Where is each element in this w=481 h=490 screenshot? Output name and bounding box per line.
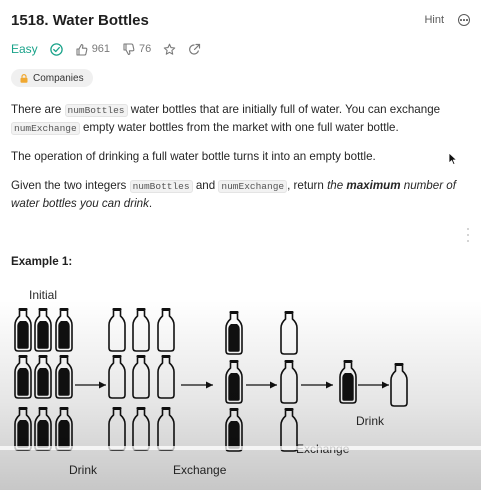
dislike-button[interactable]: 76 xyxy=(122,42,152,56)
description-paragraph-3: Given the two integers numBottles and nu… xyxy=(11,179,456,210)
difficulty-badge: Easy xyxy=(11,42,38,56)
share-icon[interactable] xyxy=(188,43,201,56)
code-num-bottles: numBottles xyxy=(129,180,193,193)
companies-tag[interactable]: Companies xyxy=(11,69,93,87)
example-diagram: Initial Drink Exchange Drink Exchange xyxy=(14,288,408,477)
like-button[interactable]: 961 xyxy=(75,43,110,56)
code-num-exchange: numExchange xyxy=(218,180,288,193)
companies-label: Companies xyxy=(33,72,84,84)
label-drink-first: Drink xyxy=(69,463,98,477)
stage-second-empty-bottles xyxy=(280,310,298,452)
mouse-cursor-icon xyxy=(448,152,457,165)
stage-empty-bottles xyxy=(108,307,175,451)
label-drink-final: Drink xyxy=(356,414,385,428)
star-icon[interactable] xyxy=(163,43,176,56)
solved-check-icon xyxy=(49,42,63,56)
video-progress-track[interactable] xyxy=(0,446,481,450)
description-paragraph-2: The operation of drinking a full water b… xyxy=(11,150,376,163)
stage-last-full-bottle xyxy=(339,359,357,404)
hint-button[interactable]: Hint xyxy=(424,14,444,26)
like-count: 961 xyxy=(91,43,111,55)
lock-icon xyxy=(20,73,28,83)
panel-resize-handle[interactable] xyxy=(467,228,472,242)
problem-header: 1518. Water Bottles Hint xyxy=(11,10,470,30)
dislike-count: 76 xyxy=(139,43,152,55)
description-paragraph-1: There are numBottles water bottles that … xyxy=(11,103,441,135)
header-actions: Hint xyxy=(424,14,470,26)
stage-exchanged-full-bottles xyxy=(225,310,243,452)
example-heading: Example 1: xyxy=(11,255,73,268)
code-num-bottles: numBottles xyxy=(64,104,128,117)
code-num-exchange: numExchange xyxy=(11,122,80,135)
thumbs-down-icon xyxy=(122,42,135,56)
label-initial: Initial xyxy=(29,288,57,302)
thumbs-up-icon xyxy=(75,43,88,56)
label-exchange-first: Exchange xyxy=(173,463,227,477)
problem-meta-bar: Easy 961 76 xyxy=(11,40,201,58)
problem-title: 1518. Water Bottles xyxy=(11,11,149,29)
stage-last-empty-bottle xyxy=(390,362,408,407)
stage-initial-full-bottles xyxy=(14,307,73,451)
more-options-icon[interactable] xyxy=(458,14,470,26)
